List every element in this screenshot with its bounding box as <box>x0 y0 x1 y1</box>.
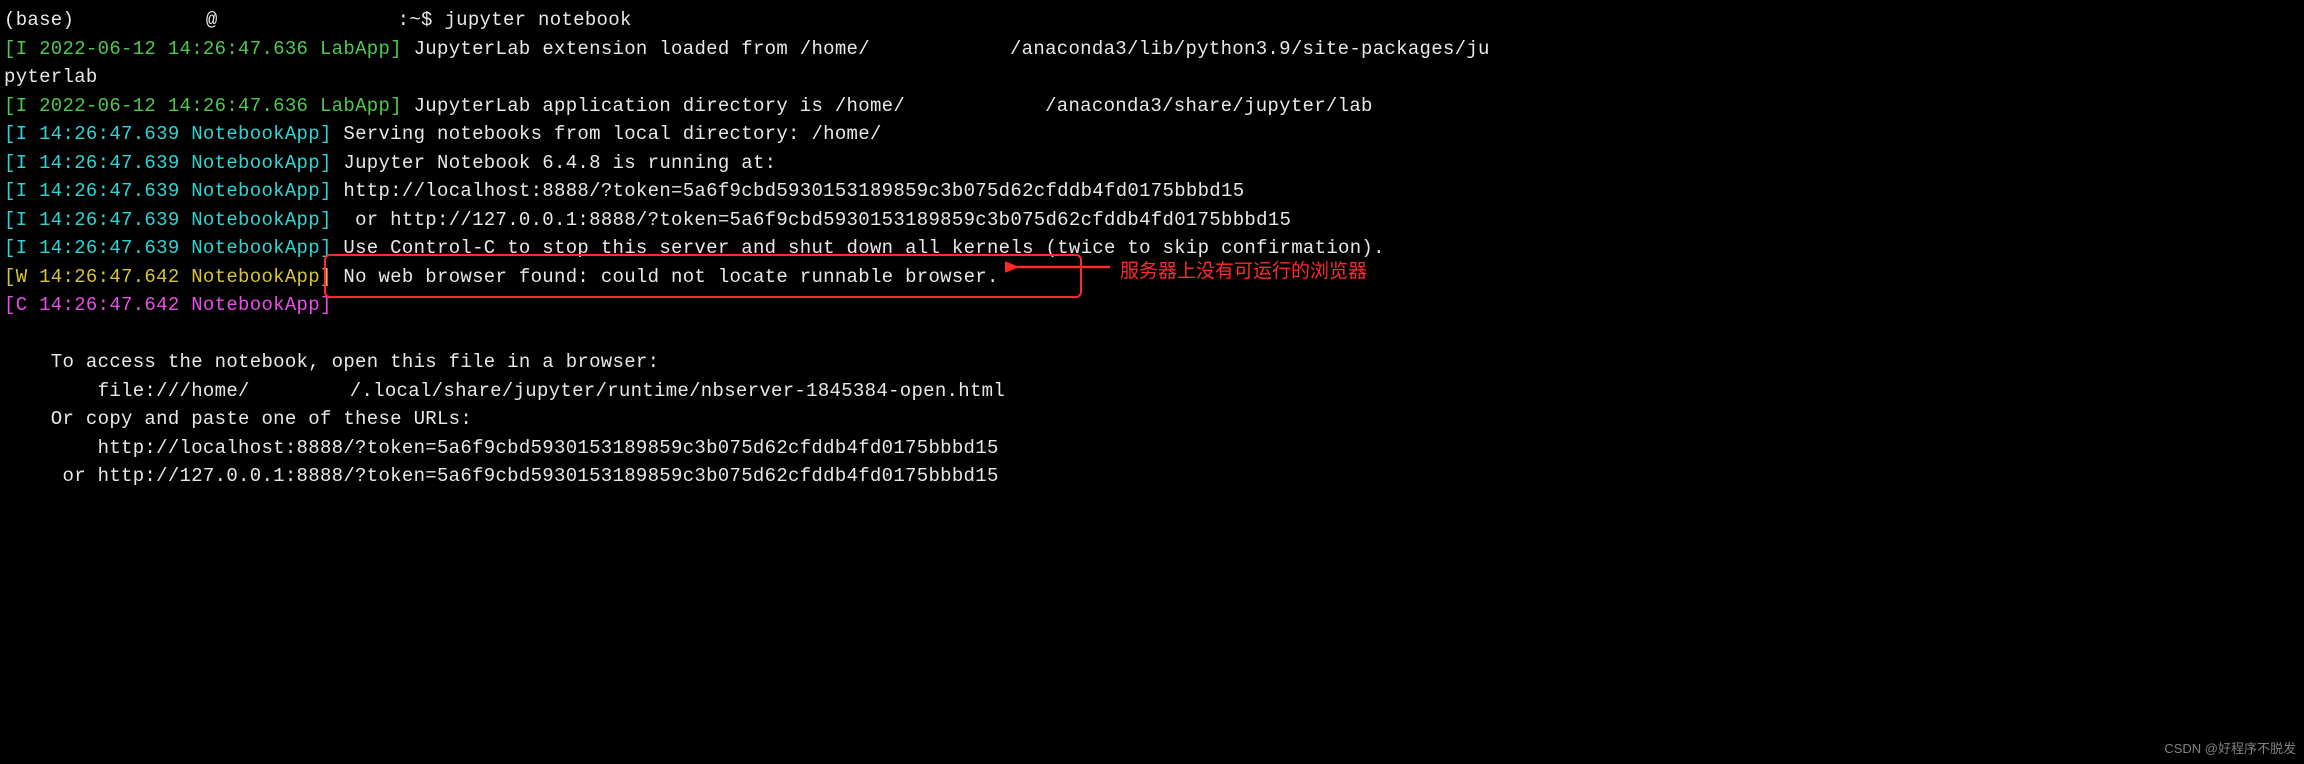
command-text: jupyter notebook <box>444 9 631 31</box>
prompt-line: (base) @:~$ jupyter notebook <box>4 6 2300 35</box>
prompt-host-suffix: :~$ <box>398 9 445 31</box>
annotation-text: 服务器上没有可运行的浏览器 <box>1120 258 1367 287</box>
warning-message: No web browser found: could not locate r… <box>343 266 998 288</box>
env-prefix: (base) <box>4 9 86 31</box>
blank-line <box>4 320 2300 349</box>
log-line-5: [I 14:26:47.639 NotebookApp] http://loca… <box>4 177 2300 206</box>
access-line-1: To access the notebook, open this file i… <box>4 348 2300 377</box>
log-line-1-wrap: pyterlab <box>4 63 2300 92</box>
log-line-1: [I 2022-06-12 14:26:47.636 LabApp] Jupyt… <box>4 35 2300 64</box>
access-line-2: file:///home//.local/share/jupyter/runti… <box>4 377 2300 406</box>
log-line-4: [I 14:26:47.639 NotebookApp] Jupyter Not… <box>4 149 2300 178</box>
log-line-3: [I 14:26:47.639 NotebookApp] Serving not… <box>4 120 2300 149</box>
access-line-5: or http://127.0.0.1:8888/?token=5a6f9cbd… <box>4 462 2300 491</box>
watermark-text: CSDN @好程序不脱发 <box>2164 739 2296 759</box>
log-line-6: [I 14:26:47.639 NotebookApp] or http://1… <box>4 206 2300 235</box>
access-line-4: http://localhost:8888/?token=5a6f9cbd593… <box>4 434 2300 463</box>
access-line-3: Or copy and paste one of these URLs: <box>4 405 2300 434</box>
log-line-9-critical: [C 14:26:47.642 NotebookApp] <box>4 291 2300 320</box>
log-line-2: [I 2022-06-12 14:26:47.636 LabApp] Jupyt… <box>4 92 2300 121</box>
